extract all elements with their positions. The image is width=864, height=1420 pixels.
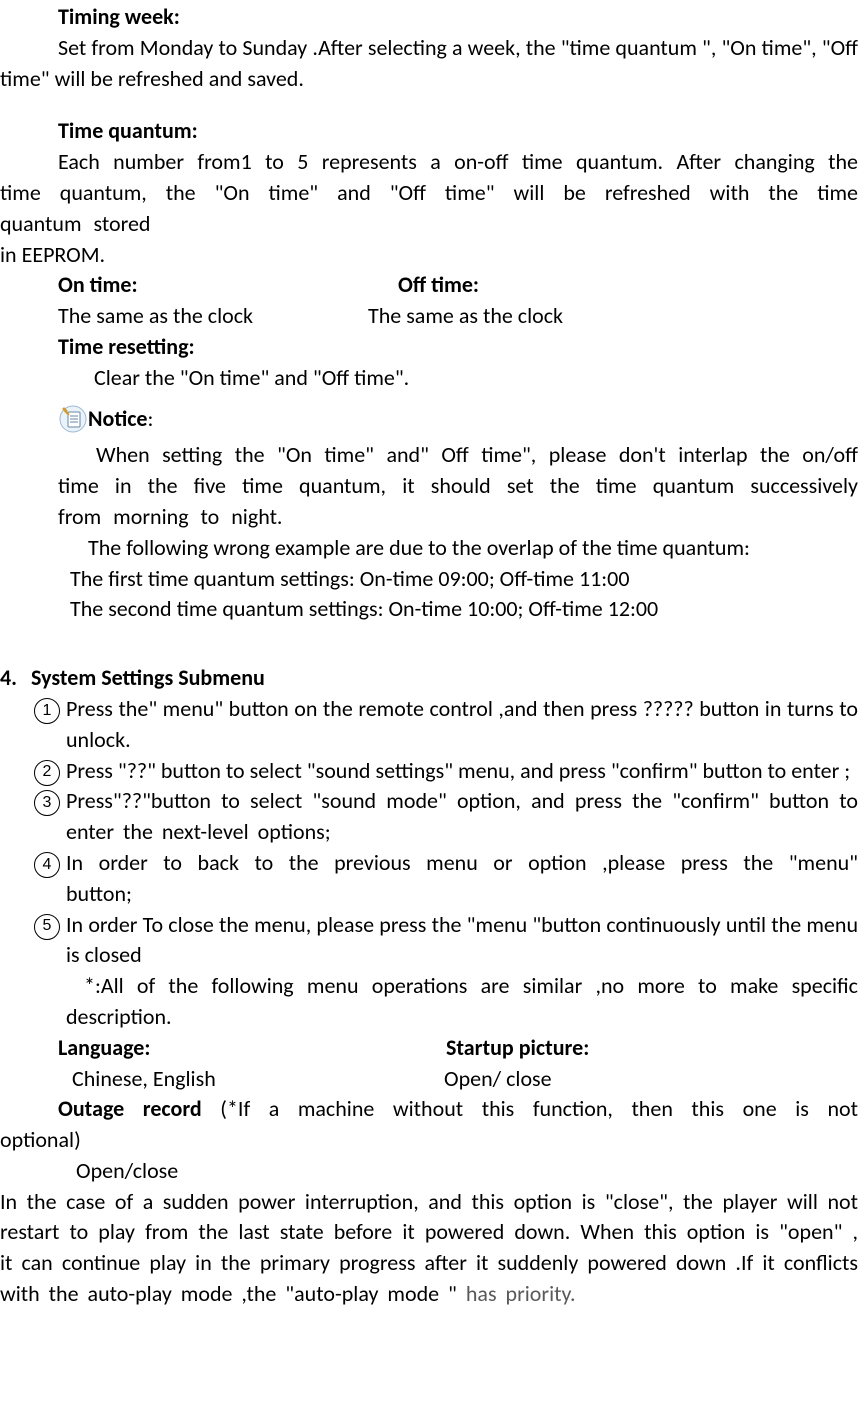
time-quantum-body-a-text: Each number from1 to 5 represents a on-o… (0, 148, 858, 237)
outage-desc-b: has priority. (466, 1280, 576, 1307)
language-heading-text: Language: (58, 1034, 150, 1061)
timing-week-heading: Timing week: (0, 2, 858, 33)
step-1: 1 Press the" menu" button on the remote … (34, 694, 858, 756)
on-off-time-row: On time: Off time: (0, 270, 864, 301)
language-heading: Language: (58, 1033, 446, 1064)
circled-5-icon: 5 (34, 914, 60, 940)
on-time-body: The same as the clock (58, 301, 368, 332)
outage-heading: Outage record (*If a machine without thi… (0, 1094, 858, 1156)
lang-startup-heading-row: Language: Startup picture: (0, 1033, 864, 1064)
time-quantum-heading-text: Time quantum: (58, 117, 198, 144)
time-quantum-heading: Time quantum: (0, 116, 858, 147)
notice-label: Notice (88, 404, 147, 435)
section-4-note: *:All of the following menu operations a… (0, 971, 858, 1033)
notice-p1: When setting the "On time" and" Off time… (0, 440, 858, 532)
notice-ex2: The second time quantum settings: On-tim… (0, 594, 858, 625)
off-time-heading-text: Off time: (398, 271, 479, 298)
on-time-heading-text: On time: (58, 271, 138, 298)
outage-body-text: Open/close (76, 1157, 178, 1184)
outage-desc: In the case of a sudden power interrupti… (0, 1187, 858, 1310)
section-4-note-text: *:All of the following menu operations a… (66, 972, 858, 1030)
circled-2-icon: 2 (34, 760, 60, 786)
notice-ex2-text: The second time quantum settings: On-tim… (70, 595, 658, 622)
startup-body-text: Open/ close (444, 1065, 552, 1092)
outage-heading-a: Outage record (58, 1095, 202, 1122)
circled-3-icon: 3 (34, 790, 60, 816)
document-body: Timing week: Set from Monday to Sunday .… (0, 0, 864, 1310)
step-5: 5 In order To close the menu, please pre… (34, 910, 858, 972)
notice-ex1-text: The first time quantum settings: On-time… (70, 565, 629, 592)
step-4: 4 In order to back to the previous menu … (34, 848, 858, 910)
notice-icon (58, 404, 88, 434)
circled-1-icon: 1 (34, 698, 60, 724)
time-quantum-body-a: Each number from1 to 5 represents a on-o… (0, 147, 858, 239)
section-4-title: System Settings Submenu (31, 663, 265, 694)
time-quantum-body-b: in EEPROM. (0, 240, 858, 271)
notice-p1-text: When setting the "On time" and" Off time… (58, 441, 858, 530)
timing-week-body-text: Set from Monday to Sunday .After selecti… (0, 34, 858, 92)
timing-week-heading-text: Timing week: (58, 3, 180, 30)
startup-heading: Startup picture: (446, 1033, 589, 1064)
notice-p2: The following wrong example are due to t… (0, 533, 858, 564)
time-resetting-heading: Time resetting: (0, 332, 858, 363)
outage-body: Open/close (0, 1156, 858, 1187)
step-1-text: Press the" menu" button on the remote co… (66, 694, 858, 756)
time-quantum-body-b-text: in EEPROM. (0, 241, 105, 268)
on-time-heading: On time: (58, 270, 398, 301)
on-off-time-body-row: The same as the clock The same as the cl… (0, 301, 864, 332)
language-body-text: Chinese, English (72, 1065, 216, 1092)
step-4-text: In order to back to the previous menu or… (66, 848, 858, 910)
section-4-number: 4. (0, 663, 17, 694)
lang-startup-body-row: Chinese, English Open/ close (0, 1064, 864, 1095)
on-time-body-text: The same as the clock (58, 302, 253, 329)
language-body: Chinese, English (58, 1064, 444, 1095)
step-2-text: Press "??" button to select "sound setti… (66, 756, 858, 787)
notice-p2-text: The following wrong example are due to t… (88, 534, 750, 561)
notice-ex1: The first time quantum settings: On-time… (0, 564, 858, 595)
off-time-heading: Off time: (398, 270, 479, 301)
outage-desc-a: In the case of a sudden power interrupti… (0, 1188, 858, 1307)
off-time-body: The same as the clock (368, 301, 563, 332)
document-page: Timing week: Set from Monday to Sunday .… (0, 0, 864, 1420)
step-3: 3 Press"??"button to select "sound mode"… (34, 786, 858, 848)
time-resetting-heading-text: Time resetting: (58, 333, 195, 360)
step-3-text: Press"??"button to select "sound mode" o… (66, 786, 858, 848)
time-resetting-body: Clear the "On time" and "Off time". (0, 363, 858, 394)
step-5-text: In order To close the menu, please press… (66, 910, 858, 972)
off-time-body-text: The same as the clock (368, 302, 563, 329)
circled-4-icon: 4 (34, 852, 60, 878)
startup-heading-text: Startup picture: (446, 1034, 589, 1061)
startup-body: Open/ close (444, 1064, 552, 1095)
timing-week-body: Set from Monday to Sunday .After selecti… (0, 33, 858, 95)
time-resetting-body-text: Clear the "On time" and "Off time". (94, 364, 409, 391)
step-2: 2 Press "??" button to select "sound set… (34, 756, 858, 787)
notice-colon: : (147, 404, 153, 435)
section-4-heading: 4. System Settings Submenu (0, 663, 864, 694)
notice-row: Notice: (58, 404, 864, 435)
